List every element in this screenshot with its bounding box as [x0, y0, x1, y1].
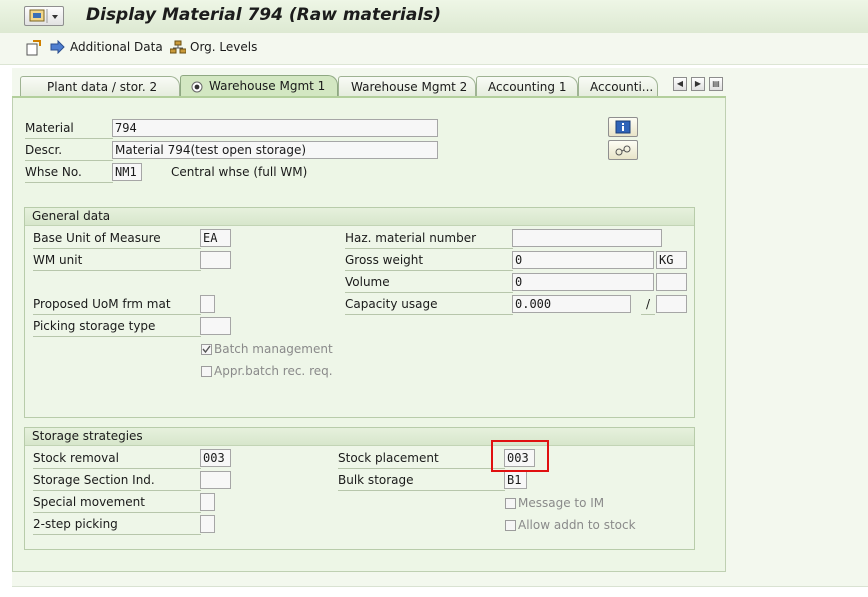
stock-removal-field[interactable]: 003 [200, 449, 231, 467]
gross-weight-unit-field[interactable]: KG [656, 251, 687, 269]
tab-plant-data-stor-2[interactable]: Plant data / stor. 2 [20, 76, 180, 97]
capacity-usage-label: Capacity usage [345, 294, 513, 315]
two-step-picking-label: 2-step picking [33, 514, 201, 535]
capacity-separator: / [641, 294, 655, 315]
tab-label: Accounting 1 [488, 80, 567, 94]
content-divider [12, 586, 868, 587]
tab-warehouse-mgmt-2[interactable]: Warehouse Mgmt 2 [338, 76, 476, 97]
tab-accounting-more[interactable]: Accounti... [578, 76, 658, 97]
two-step-picking-field[interactable] [200, 515, 215, 533]
capacity-unit-field[interactable] [656, 295, 687, 313]
special-movement-field[interactable] [200, 493, 215, 511]
picking-storage-type-label: Picking storage type [33, 316, 201, 337]
checkbox-box [505, 519, 516, 531]
create-document-icon [26, 40, 41, 56]
base-uom-field[interactable]: EA [200, 229, 231, 247]
system-menu-button[interactable] [24, 6, 64, 26]
tab-label: Warehouse Mgmt 1 [209, 79, 326, 93]
tab-strip-underline [12, 96, 726, 98]
checkbox-box [201, 343, 212, 355]
tab-label: Accounti... [590, 80, 654, 94]
tab-label: Plant data / stor. 2 [47, 80, 158, 94]
additional-data-button[interactable]: Additional Data [50, 40, 163, 54]
org-levels-button[interactable]: Org. Levels [170, 40, 257, 54]
batch-management-label: Batch management [214, 342, 333, 356]
change-documents-button[interactable] [608, 140, 638, 160]
tab-scroll-right-button[interactable]: ▶ [691, 77, 705, 91]
tab-scroll-left-button[interactable]: ◀ [673, 77, 687, 91]
gross-weight-field[interactable]: 0 [512, 251, 654, 269]
info-button[interactable] [608, 117, 638, 137]
bulk-storage-field[interactable]: B1 [504, 471, 527, 489]
general-data-title: General data [25, 208, 694, 226]
chevron-left-icon: ◀ [676, 79, 684, 88]
wm-unit-field[interactable] [200, 251, 231, 269]
info-icon [615, 120, 631, 134]
storage-strategies-title: Storage strategies [25, 428, 694, 446]
tab-accounting-1[interactable]: Accounting 1 [476, 76, 578, 97]
volume-unit-field[interactable] [656, 273, 687, 291]
base-uom-label: Base Unit of Measure [33, 228, 201, 249]
message-to-im-label: Message to IM [518, 496, 605, 510]
special-movement-label: Special movement [33, 492, 201, 513]
page-title: Display Material 794 (Raw materials) [86, 5, 442, 25]
chevron-right-icon: ▶ [694, 79, 702, 88]
storage-section-ind-label: Storage Section Ind. [33, 470, 201, 491]
tab-warehouse-mgmt-1[interactable]: Warehouse Mgmt 1 [180, 75, 338, 97]
checkbox-box [505, 497, 516, 509]
appr-batch-rec-label: Appr.batch rec. req. [214, 364, 333, 378]
org-structure-icon [170, 40, 186, 54]
whse-description: Central whse (full WM) [171, 165, 308, 179]
allow-addn-to-stock-label: Allow addn to stock [518, 518, 636, 532]
tab-list-icon: ▤ [712, 79, 720, 88]
additional-data-label: Additional Data [70, 40, 163, 54]
glasses-icon [615, 145, 631, 156]
material-label: Material [25, 118, 113, 139]
description-field[interactable]: Material 794(test open storage) [112, 141, 438, 159]
gross-weight-label: Gross weight [345, 250, 513, 271]
capacity-usage-field[interactable]: 0.000 [512, 295, 631, 313]
whse-no-label: Whse No. [25, 162, 113, 183]
material-field[interactable]: 794 [112, 119, 438, 137]
haz-material-field[interactable] [512, 229, 662, 247]
highlight-annotation [491, 440, 549, 472]
volume-label: Volume [345, 272, 513, 293]
message-to-im-checkbox[interactable]: Message to IM [505, 496, 604, 510]
system-menu-icon [29, 9, 58, 23]
storage-section-ind-field[interactable] [200, 471, 231, 489]
proposed-uom-field[interactable] [200, 295, 215, 313]
tab-active-radio-icon [191, 81, 203, 93]
stock-placement-label: Stock placement [338, 448, 505, 469]
tab-list-button[interactable]: ▤ [709, 77, 723, 91]
proposed-uom-label: Proposed UoM frm mat [33, 294, 201, 315]
volume-field[interactable]: 0 [512, 273, 654, 291]
org-levels-label: Org. Levels [190, 40, 258, 54]
arrow-right-icon [50, 40, 65, 54]
other-material-button[interactable] [24, 40, 42, 56]
checkmark-icon [202, 345, 211, 353]
allow-addn-to-stock-checkbox[interactable]: Allow addn to stock [505, 518, 636, 532]
bulk-storage-label: Bulk storage [338, 470, 505, 491]
descr-label: Descr. [25, 140, 113, 161]
batch-management-checkbox[interactable]: Batch management [201, 342, 333, 356]
appr-batch-rec-checkbox[interactable]: Appr.batch rec. req. [201, 364, 333, 378]
picking-storage-type-field[interactable] [200, 317, 231, 335]
stock-removal-label: Stock removal [33, 448, 201, 469]
haz-material-label: Haz. material number [345, 228, 513, 249]
tab-label: Warehouse Mgmt 2 [351, 80, 468, 94]
wm-unit-label: WM unit [33, 250, 201, 271]
checkbox-box [201, 365, 212, 377]
whse-no-field[interactable]: NM1 [112, 163, 142, 181]
